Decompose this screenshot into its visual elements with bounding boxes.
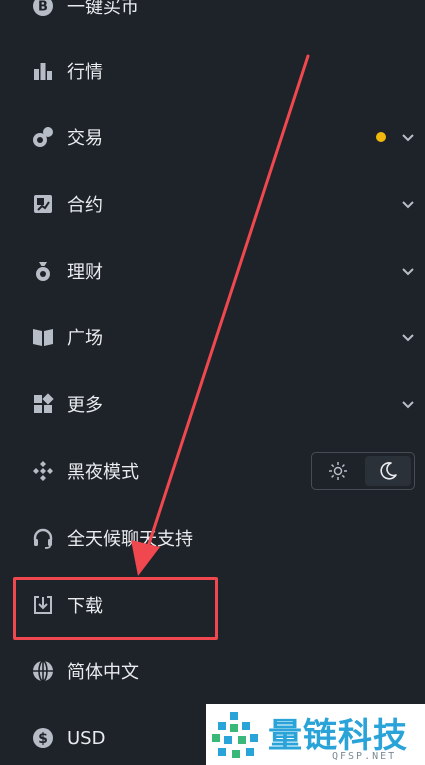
menu-item-download[interactable]: 下载: [0, 578, 425, 632]
theme-toggle: [311, 452, 415, 490]
menu-label: 行情: [67, 62, 103, 83]
menu-item-square[interactable]: 广场: [0, 310, 425, 364]
dollar-coin-icon: $: [32, 727, 54, 749]
menu-label: 黑夜模式: [67, 462, 139, 483]
menu-item-earn[interactable]: 理财: [0, 244, 425, 298]
headset-icon: [32, 527, 54, 549]
menu-label: USD: [67, 727, 106, 749]
chevron-down-icon[interactable]: [401, 264, 415, 278]
menu-item-buy-crypto[interactable]: B 一键买币: [0, 0, 425, 33]
sun-icon: [329, 462, 348, 480]
watermark-name: 量链科技: [268, 716, 408, 756]
grid-icon: [32, 393, 54, 415]
light-mode-option[interactable]: [315, 456, 362, 486]
menu-label: 交易: [67, 128, 103, 149]
menu-item-trade[interactable]: 交易: [0, 110, 425, 164]
bitcoin-coin-icon: B: [32, 0, 54, 17]
menu-label: 一键买币: [67, 0, 139, 18]
trade-circles-icon: [32, 126, 54, 148]
watermark-site: QFSP.NET: [332, 751, 397, 762]
download-icon: [32, 594, 54, 616]
menu-label: 广场: [67, 328, 103, 349]
chevron-down-icon[interactable]: [401, 397, 415, 411]
menu-label: 更多: [67, 395, 103, 416]
chevron-down-icon[interactable]: [401, 330, 415, 344]
menu-label: 全天候聊天支持: [67, 529, 193, 550]
menu-label: 理财: [67, 262, 103, 283]
menu-item-more[interactable]: 更多: [0, 377, 425, 431]
chevron-down-icon[interactable]: [401, 197, 415, 211]
moon-icon: [380, 462, 397, 480]
notification-dot: [376, 132, 386, 142]
open-book-icon: [32, 326, 54, 348]
watermark-logo-icon: [212, 712, 258, 758]
menu-label: 简体中文: [67, 662, 139, 683]
side-menu: B 一键买币 行情 交易 合约 理财 广场 更多 黑夜模式 全天候聊天支持 下载…: [0, 0, 425, 765]
menu-item-dark-mode: 黑夜模式: [0, 444, 425, 498]
watermark: 量链科技 QFSP.NET: [206, 704, 425, 765]
futures-icon: [32, 193, 54, 215]
chevron-down-icon[interactable]: [401, 130, 415, 144]
svg-text:B: B: [38, 0, 48, 15]
money-bag-icon: [32, 260, 54, 282]
menu-item-markets[interactable]: 行情: [0, 44, 425, 98]
menu-item-language[interactable]: 简体中文: [0, 644, 425, 698]
dark-mode-option[interactable]: [364, 456, 411, 486]
diamond-logo-icon: [32, 460, 54, 482]
globe-icon: [32, 660, 54, 682]
menu-item-chat-support[interactable]: 全天候聊天支持: [0, 511, 425, 565]
svg-text:$: $: [38, 731, 48, 747]
menu-item-futures[interactable]: 合约: [0, 177, 425, 231]
menu-label: 合约: [67, 195, 103, 216]
bar-chart-icon: [32, 60, 54, 82]
menu-label: 下载: [67, 596, 103, 617]
